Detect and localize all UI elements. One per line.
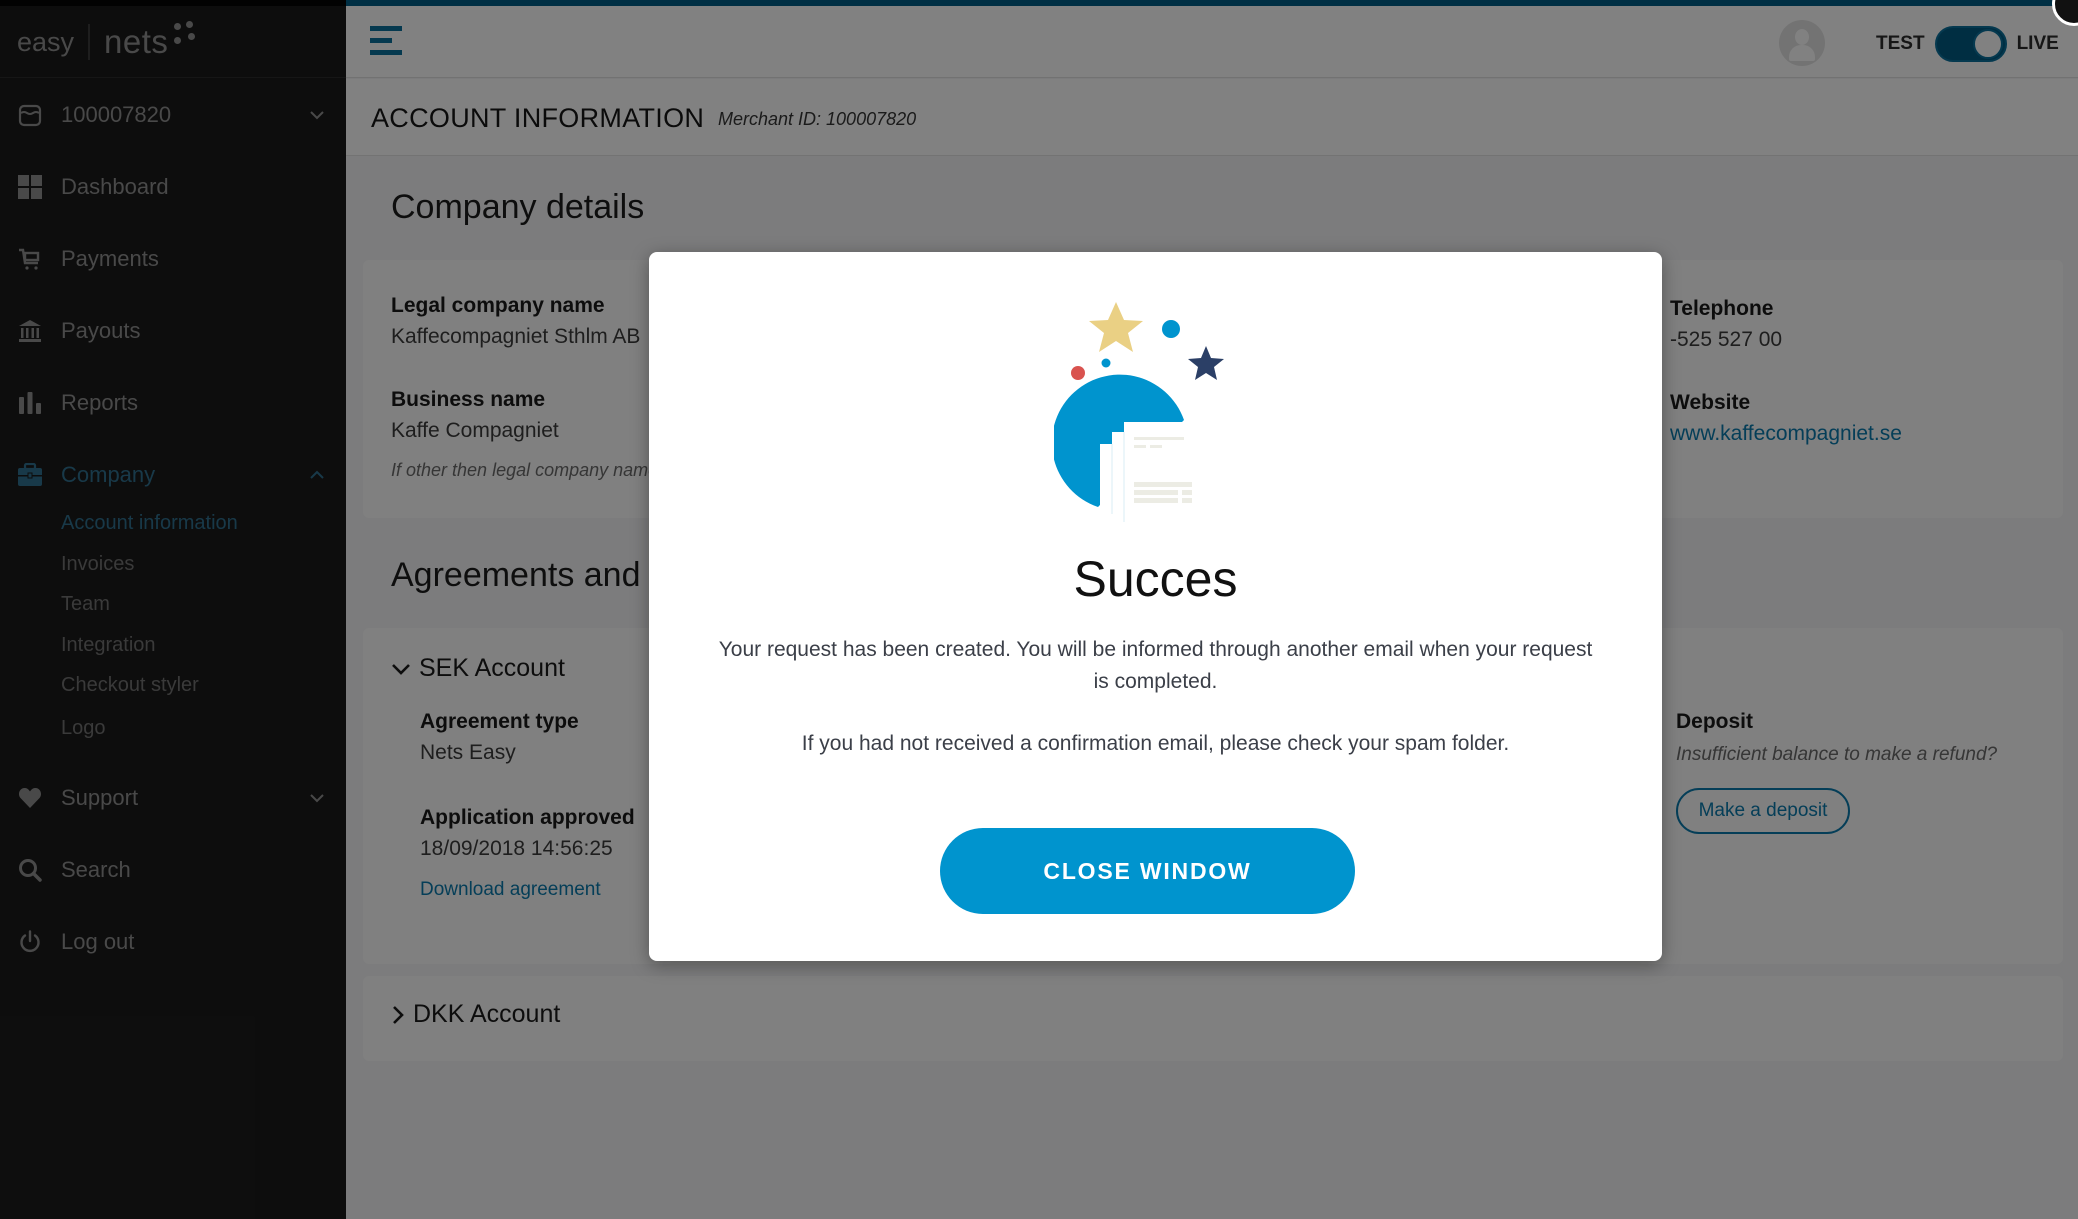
- blue-dot-large: [1162, 320, 1180, 338]
- success-illustration: [1054, 302, 1224, 522]
- success-modal: Succes Your request has been created. Yo…: [649, 252, 1662, 961]
- red-dot: [1071, 366, 1085, 380]
- modal-title: Succes: [1073, 551, 1238, 607]
- blue-dot-small: [1101, 358, 1111, 368]
- navy-star-icon: [1188, 346, 1224, 380]
- close-window-button[interactable]: CLOSE WINDOW: [940, 828, 1355, 914]
- modal-spam-note: If you had not received a confirmation e…: [801, 732, 1510, 755]
- modal-message: Your request has been created. You will …: [718, 638, 1593, 693]
- gold-star-icon: [1089, 302, 1143, 352]
